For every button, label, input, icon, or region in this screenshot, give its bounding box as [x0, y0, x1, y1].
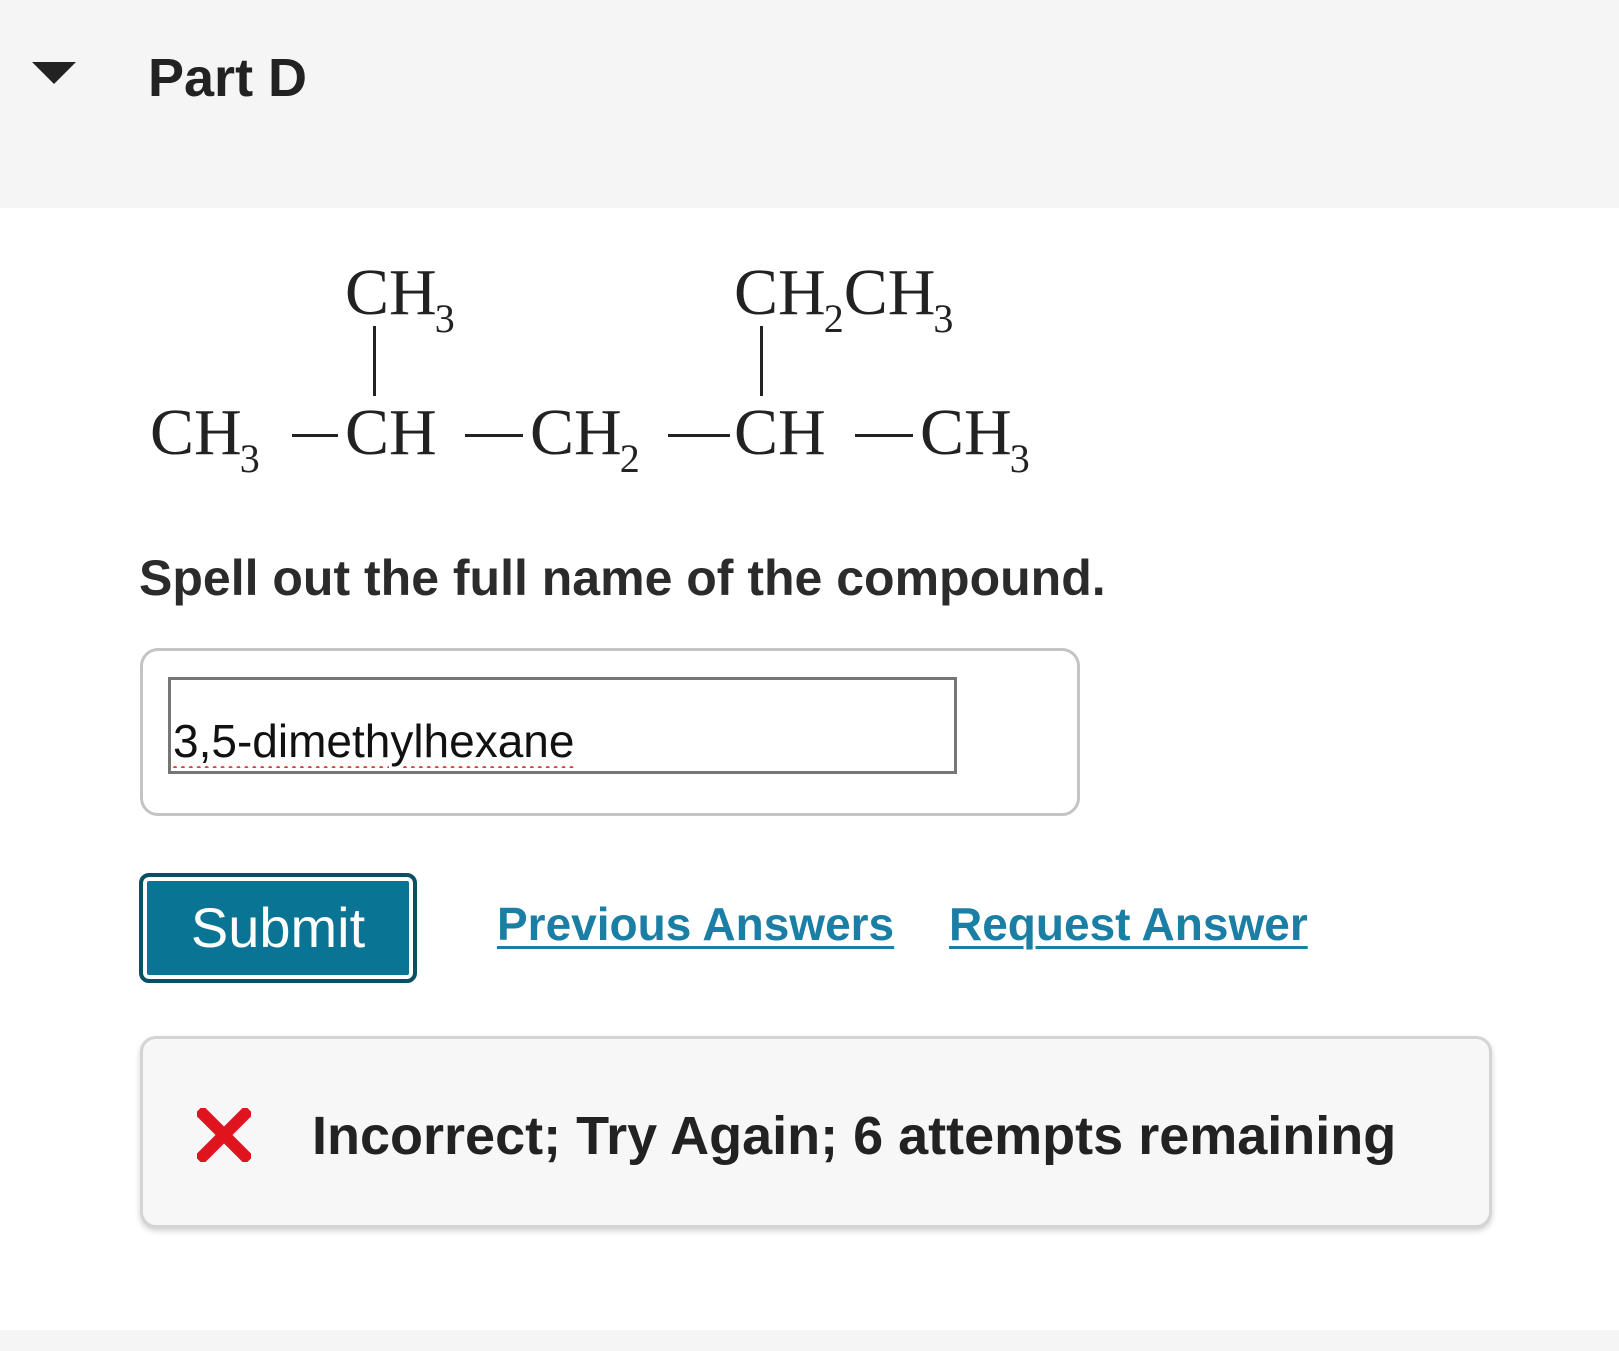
- bottom-divider: [0, 1330, 1619, 1351]
- answer-input[interactable]: [168, 677, 957, 774]
- bond-vertical-1: [373, 326, 376, 396]
- structure-substituent-ethyl: CH2CH3: [734, 256, 954, 341]
- question-prompt: Spell out the full name of the compound.: [139, 550, 1106, 606]
- bond-vertical-2: [760, 326, 763, 396]
- request-answer-link[interactable]: Request Answer: [949, 896, 1308, 952]
- bond-3: [668, 434, 730, 437]
- chemical-structure: CH3 CH2CH3 CH3 CH CH2 CH CH3: [0, 0, 1619, 520]
- submit-button[interactable]: Submit: [139, 873, 417, 983]
- structure-chain-c2: CH: [345, 396, 437, 469]
- structure-substituent-methyl: CH3: [345, 256, 455, 341]
- structure-chain-c3: CH2: [530, 396, 640, 481]
- structure-chain-c5: CH3: [920, 396, 1030, 481]
- bond-4: [855, 434, 913, 437]
- bond-1: [292, 434, 338, 437]
- previous-answers-link[interactable]: Previous Answers: [497, 896, 894, 952]
- bond-2: [465, 434, 523, 437]
- structure-chain-c4: CH: [734, 396, 826, 469]
- structure-chain-c1: CH3: [150, 396, 260, 481]
- feedback-message: Incorrect; Try Again; 6 attempts remaini…: [312, 1106, 1397, 1166]
- x-icon: [197, 1108, 251, 1162]
